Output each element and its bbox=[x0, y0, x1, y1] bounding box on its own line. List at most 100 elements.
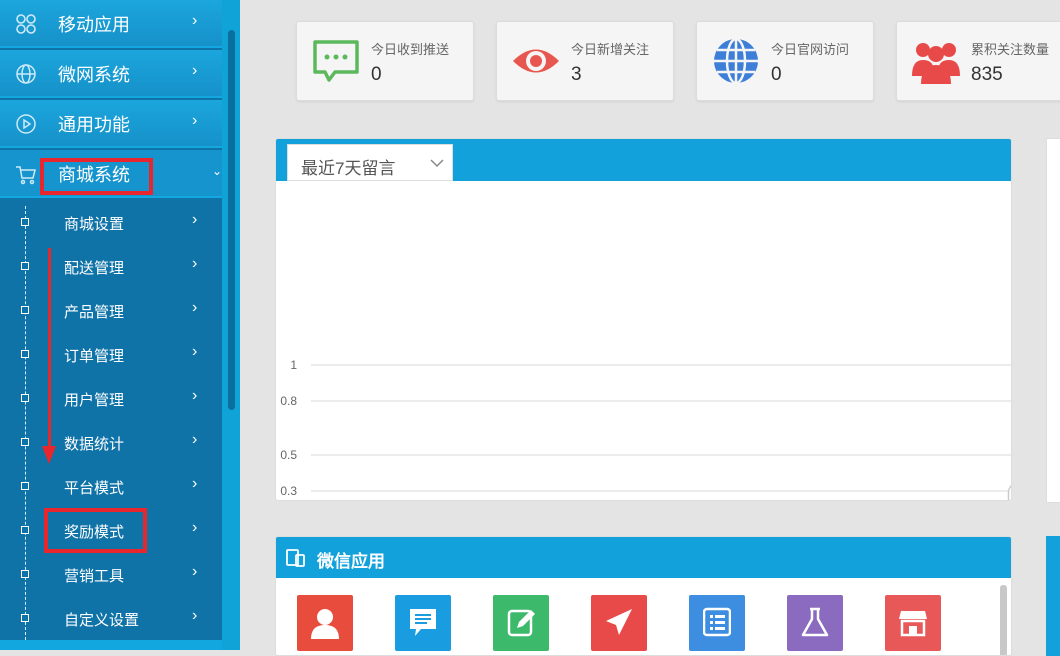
range-select[interactable]: 最近7天留言 bbox=[287, 144, 453, 181]
app-tile-send[interactable] bbox=[591, 595, 647, 651]
sidebar-item-common[interactable]: 通用功能 › bbox=[0, 100, 222, 148]
sidebar-subitem-label: 平台模式 bbox=[64, 480, 125, 497]
stat-card-push: 今日收到推送 0 bbox=[296, 21, 474, 101]
chevron-right-icon: › bbox=[192, 475, 198, 492]
apps-icon bbox=[16, 14, 36, 34]
sidebar-subitem-label: 配送管理 bbox=[64, 260, 125, 277]
arrow-down-icon bbox=[42, 446, 56, 464]
sidebar-subitem-platform-mode[interactable]: 平台模式 › bbox=[0, 464, 222, 508]
devices-icon bbox=[286, 549, 305, 567]
app-tile-flask[interactable] bbox=[787, 595, 843, 651]
bullet-icon bbox=[21, 438, 29, 446]
chevron-right-icon: › bbox=[192, 387, 198, 404]
bullet-icon bbox=[21, 306, 29, 314]
chart-panel: 最近7天留言 00.30.50.812016-11-182016-11-2020… bbox=[275, 138, 1012, 501]
chevron-right-icon: › bbox=[192, 519, 198, 536]
chevron-right-icon: › bbox=[192, 563, 198, 580]
flask-icon bbox=[801, 607, 829, 637]
bullet-icon bbox=[21, 262, 29, 270]
store-icon bbox=[899, 611, 927, 637]
sidebar-subitem-label: 营销工具 bbox=[64, 568, 125, 585]
stat-value: 3 bbox=[571, 64, 582, 85]
chevron-down-icon bbox=[430, 159, 444, 168]
send-icon bbox=[606, 609, 632, 635]
sidebar-footer-strip bbox=[0, 640, 222, 650]
sidebar-item-mobile-apps[interactable]: 移动应用 › bbox=[0, 0, 222, 48]
chevron-right-icon: › bbox=[192, 255, 198, 272]
chevron-right-icon: › bbox=[192, 343, 198, 360]
stat-card-total-followers: 累积关注数量 835 bbox=[896, 21, 1060, 101]
y-tick-label: 0.5 bbox=[280, 448, 297, 462]
stat-value: 835 bbox=[971, 64, 1003, 85]
sidebar-subitem-label: 数据统计 bbox=[64, 436, 125, 453]
eye-icon bbox=[513, 49, 559, 73]
chat-icon bbox=[410, 609, 436, 636]
sidebar-subitem-orders[interactable]: 订单管理 › bbox=[0, 332, 222, 376]
wechat-panel-scrollbar[interactable] bbox=[1000, 585, 1007, 655]
right-panel-edge bbox=[1046, 138, 1060, 503]
wechat-apps-header: 微信应用 bbox=[276, 537, 1011, 578]
tooltip-box bbox=[1007, 485, 1011, 500]
wechat-apps-title: 微信应用 bbox=[317, 552, 385, 571]
bullet-icon bbox=[21, 614, 29, 622]
sidebar-item-label: 移动应用 bbox=[58, 15, 130, 35]
app-tile-store[interactable] bbox=[885, 595, 941, 651]
edit-icon bbox=[507, 609, 535, 637]
sidebar-item-micro-site[interactable]: 微网系统 › bbox=[0, 50, 222, 98]
sidebar-subitem-statistics[interactable]: 数据统计 › bbox=[0, 420, 222, 464]
stat-label: 今日收到推送 bbox=[371, 42, 450, 57]
globe-icon bbox=[16, 64, 36, 84]
right-panel-header-edge bbox=[1046, 536, 1060, 656]
play-circle-icon bbox=[16, 114, 36, 134]
sidebar-subitem-label: 产品管理 bbox=[64, 304, 125, 321]
sidebar-subitem-mall-settings[interactable]: 商城设置 › bbox=[0, 200, 222, 244]
sidebar-subitem-products[interactable]: 产品管理 › bbox=[0, 288, 222, 332]
sidebar-item-label: 通用功能 bbox=[58, 115, 130, 135]
bullet-icon bbox=[21, 482, 29, 490]
chart-plot: 00.30.50.812016-11-182016-11-202016-11-2… bbox=[280, 358, 1011, 500]
annotation-highlight-mall bbox=[40, 158, 153, 195]
sidebar-subitem-label: 用户管理 bbox=[64, 392, 125, 409]
stat-card-site-visits: 今日官网访问 0 bbox=[696, 21, 874, 101]
app-tile-edit[interactable] bbox=[493, 595, 549, 651]
chevron-right-icon: › bbox=[192, 431, 198, 448]
chevron-right-icon: › bbox=[192, 12, 198, 29]
sidebar-scrollbar-thumb[interactable] bbox=[228, 30, 235, 410]
stat-label: 累积关注数量 bbox=[971, 42, 1050, 57]
sidebar-subitem-marketing[interactable]: 营销工具 › bbox=[0, 552, 222, 596]
bullet-icon bbox=[21, 526, 29, 534]
stat-label: 今日官网访问 bbox=[771, 42, 850, 57]
app-tile-person[interactable] bbox=[297, 595, 353, 651]
chevron-right-icon: › bbox=[192, 211, 198, 228]
sidebar-subitem-custom-settings[interactable]: 自定义设置 › bbox=[0, 596, 222, 640]
person-icon bbox=[311, 609, 339, 639]
y-tick-label: 0.8 bbox=[280, 394, 297, 408]
sidebar-subitem-users[interactable]: 用户管理 › bbox=[0, 376, 222, 420]
app-tile-list[interactable] bbox=[689, 595, 745, 651]
app-tile-chat[interactable] bbox=[395, 595, 451, 651]
cart-icon bbox=[16, 166, 36, 185]
range-select-value: 最近7天留言 bbox=[301, 159, 396, 178]
list-icon bbox=[703, 607, 731, 637]
chevron-right-icon: › bbox=[192, 607, 198, 624]
stat-label: 今日新增关注 bbox=[571, 42, 650, 57]
chart-panel-header: 最近7天留言 bbox=[276, 139, 1011, 181]
chevron-right-icon: › bbox=[192, 299, 198, 316]
message-icon bbox=[313, 40, 359, 82]
annotation-arrow-line bbox=[48, 248, 51, 448]
chevron-right-icon: › bbox=[192, 62, 198, 79]
bullet-icon bbox=[21, 218, 29, 226]
bullet-icon bbox=[21, 570, 29, 578]
sidebar-item-label: 微网系统 bbox=[58, 65, 130, 85]
users-icon bbox=[912, 43, 960, 84]
sidebar-subitem-delivery[interactable]: 配送管理 › bbox=[0, 244, 222, 288]
stat-card-new-followers: 今日新增关注 3 bbox=[496, 21, 674, 101]
y-tick-label: 0.3 bbox=[280, 484, 297, 498]
sidebar-subitem-label: 商城设置 bbox=[64, 216, 125, 233]
sidebar-subitem-label: 订单管理 bbox=[64, 348, 125, 365]
annotation-highlight-reward bbox=[44, 508, 147, 553]
bullet-icon bbox=[21, 350, 29, 358]
bullet-icon bbox=[21, 394, 29, 402]
y-tick-label: 1 bbox=[290, 358, 297, 372]
chevron-right-icon: › bbox=[192, 112, 198, 129]
